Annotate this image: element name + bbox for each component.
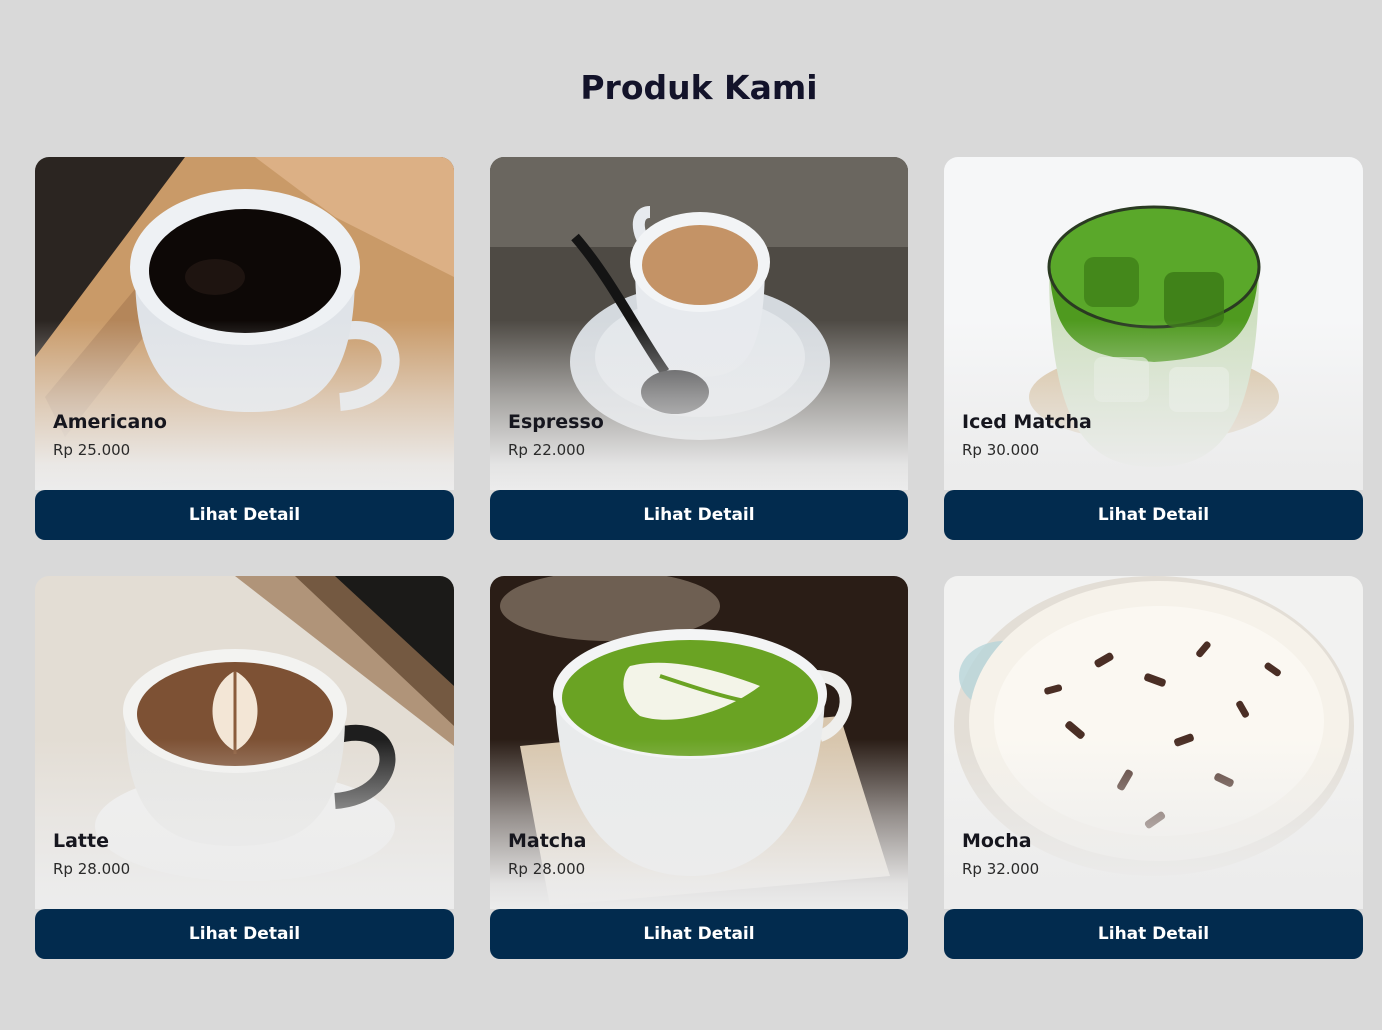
product-card-mocha: Mocha Rp 32.000 Lihat Detail [944, 576, 1363, 959]
view-detail-button[interactable]: Lihat Detail [35, 490, 454, 540]
view-detail-button[interactable]: Lihat Detail [490, 490, 908, 540]
product-grid: Americano Rp 25.000 Lihat Detail Espress… [35, 157, 1363, 959]
product-name: Latte [53, 830, 109, 852]
view-detail-button[interactable]: Lihat Detail [944, 490, 1363, 540]
product-price: Rp 22.000 [508, 441, 586, 459]
product-price: Rp 30.000 [962, 441, 1040, 459]
product-name: Mocha [962, 830, 1032, 852]
product-price: Rp 28.000 [508, 860, 586, 878]
view-detail-button[interactable]: Lihat Detail [490, 909, 908, 959]
product-name: Espresso [508, 411, 604, 433]
product-card-americano: Americano Rp 25.000 Lihat Detail [35, 157, 454, 540]
product-price: Rp 32.000 [962, 860, 1040, 878]
view-detail-button[interactable]: Lihat Detail [944, 909, 1363, 959]
product-name: Iced Matcha [962, 411, 1092, 433]
product-card-espresso: Espresso Rp 22.000 Lihat Detail [490, 157, 908, 540]
view-detail-button[interactable]: Lihat Detail [35, 909, 454, 959]
product-price: Rp 25.000 [53, 441, 131, 459]
product-card-iced-matcha: Iced Matcha Rp 30.000 Lihat Detail [944, 157, 1363, 540]
product-card-latte: Latte Rp 28.000 Lihat Detail [35, 576, 454, 959]
page-title: Produk Kami [580, 68, 818, 107]
product-card-matcha: Matcha Rp 28.000 Lihat Detail [490, 576, 908, 959]
product-name: Matcha [508, 830, 587, 852]
product-name: Americano [53, 411, 167, 433]
product-price: Rp 28.000 [53, 860, 131, 878]
